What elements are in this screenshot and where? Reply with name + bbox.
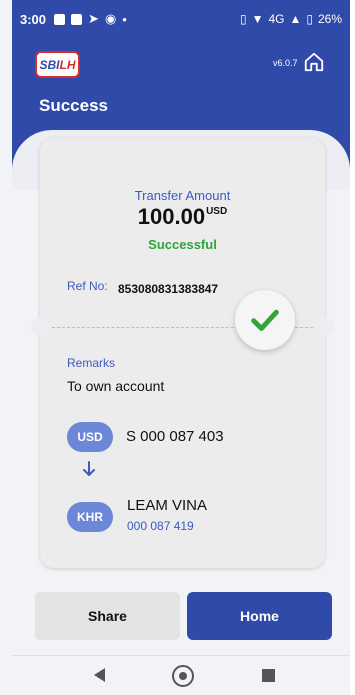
system-icons: ▯ ▼ 4G ▲ ▯ 26%: [240, 12, 342, 26]
ref-no-label: Ref No:: [67, 279, 108, 293]
to-account-number: 000 087 419: [127, 519, 194, 533]
home-button[interactable]: Home: [187, 592, 332, 640]
from-currency-badge: USD: [67, 422, 113, 452]
remarks-label: Remarks: [67, 356, 116, 370]
card-notch-left: [31, 318, 49, 336]
from-account: S 000 087 403: [126, 428, 224, 445]
status-bar: 3:00 ➤ ◉ • ▯ ▼ 4G ▲ ▯ 26%: [12, 0, 350, 38]
amount-value: 100.00: [137, 204, 206, 229]
messenger-icon: ◉: [104, 11, 117, 26]
transfer-amount-label: Transfer Amount: [134, 188, 231, 203]
remarks-value: To own account: [67, 378, 165, 394]
amount-currency: USD: [206, 206, 228, 217]
back-icon[interactable]: [94, 668, 105, 682]
battery-level: 26%: [317, 12, 342, 26]
check-icon: [251, 309, 279, 331]
wifi-icon: ▼: [251, 12, 264, 26]
arrow-down-icon: [83, 461, 95, 476]
logo-text-sbi: SBI: [39, 57, 60, 72]
notification-icons: ➤ ◉ •: [54, 11, 127, 27]
gallery-icon: [54, 13, 66, 25]
success-badge: [235, 290, 295, 350]
logo-text-lh: LH: [59, 57, 76, 72]
status-text: Successful: [148, 237, 217, 252]
to-account-name: LEAM VINA: [127, 497, 208, 514]
ref-no-value: 853080831383847: [118, 282, 219, 296]
phone-screen: 3:00 ➤ ◉ • ▯ ▼ 4G ▲ ▯ 26% SBI LH v6.0.7 S…: [12, 0, 350, 695]
vibrate-icon: ▯: [239, 12, 247, 26]
share-button[interactable]: Share: [35, 592, 180, 640]
to-currency-badge: KHR: [67, 502, 113, 532]
page-title: Success: [39, 96, 108, 115]
recents-icon[interactable]: [262, 669, 275, 682]
home-icon[interactable]: [303, 51, 325, 73]
transfer-amount: 100.00USD: [40, 204, 325, 230]
telegram-icon: ➤: [88, 11, 99, 26]
sbilh-logo: SBI LH: [35, 51, 80, 78]
network-type: 4G: [268, 12, 285, 26]
system-nav-bar: [12, 655, 350, 695]
home-nav-icon[interactable]: [172, 665, 194, 687]
receipt-card: Transfer Amount 100.00USD Successful Ref…: [31, 138, 334, 568]
card-notch-right: [316, 318, 334, 336]
dot-icon: •: [122, 11, 127, 27]
square-icon: [71, 13, 83, 25]
screen-edge: [350, 0, 355, 695]
status-time: 3:00: [20, 11, 47, 27]
battery-icon: ▯: [306, 12, 313, 26]
signal-icon: ▲: [289, 12, 302, 26]
app-version: v6.0.7: [273, 58, 298, 68]
